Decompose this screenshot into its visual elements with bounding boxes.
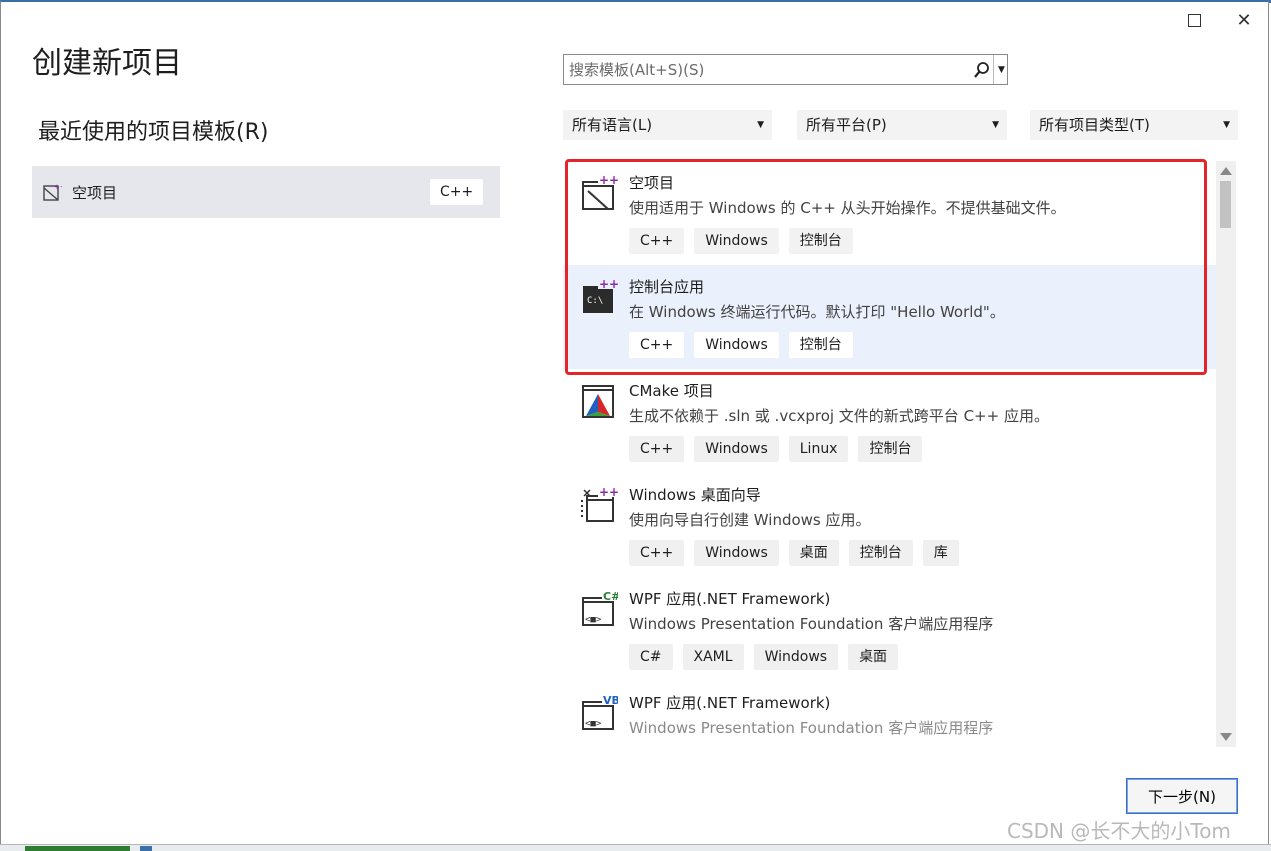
template-tags: C++ Windows 控制台 [629, 228, 853, 254]
template-tag: 库 [922, 540, 959, 566]
language-filter-label: 所有语言(L) [572, 116, 653, 134]
template-tags: C++ Windows 控制台 [629, 332, 853, 358]
caret-down-icon: ▼ [1223, 120, 1230, 130]
template-tag: C++ [629, 332, 685, 358]
template-tag: Windows [694, 228, 779, 254]
template-item-windows-desktop-wizard[interactable]: ++ Windows 桌面向导 使用向导自行创建 Windows 应用。 C++… [563, 473, 1218, 577]
platform-filter[interactable]: 所有平台(P) ▼ [797, 110, 1007, 140]
template-name: CMake 项目 [629, 382, 714, 400]
template-name: 空项目 [629, 174, 675, 192]
template-tag: 控制台 [858, 436, 923, 462]
close-button[interactable]: ✕ [1230, 8, 1258, 32]
template-tag: 控制台 [848, 540, 913, 566]
scrollbar-thumb[interactable] [1220, 181, 1231, 228]
caret-down-icon: ▼ [998, 64, 1005, 75]
template-item-empty-project[interactable]: ++ 空项目 使用适用于 Windows 的 C++ 从头开始操作。不提供基础文… [563, 161, 1218, 265]
template-description: 生成不依赖于 .sln 或 .vcxproj 文件的新式跨平台 C++ 应用。 [629, 407, 1049, 425]
template-tags: C# XAML Windows 桌面 [629, 644, 899, 670]
caret-down-icon: ▼ [992, 120, 999, 130]
template-tags: C++ Windows 桌面 控制台 库 [629, 540, 959, 566]
platform-filter-label: 所有平台(P) [806, 116, 887, 134]
template-description: 使用向导自行创建 Windows 应用。 [629, 511, 871, 529]
svg-text:<■>: <■> [585, 719, 602, 729]
template-item-cmake-project[interactable]: CMake 项目 生成不依赖于 .sln 或 .vcxproj 文件的新式跨平台… [563, 369, 1218, 473]
template-name: Windows 桌面向导 [629, 486, 761, 504]
template-list-scrollbar[interactable] [1216, 161, 1236, 747]
scroll-up-arrow-icon[interactable] [1220, 167, 1232, 175]
template-tag: Windows [694, 540, 779, 566]
recent-templates-heading: 最近使用的项目模板(R) [38, 120, 269, 145]
recent-template-empty-project[interactable]: ++ 空项目 C++ [32, 166, 500, 218]
template-tag: 控制台 [788, 228, 853, 254]
close-icon: ✕ [1236, 9, 1252, 31]
language-filter[interactable]: 所有语言(L) ▼ [563, 110, 772, 140]
cmake-icon [582, 385, 614, 418]
template-list: ++ 空项目 使用适用于 Windows 的 C++ 从头开始操作。不提供基础文… [563, 161, 1218, 747]
scroll-down-arrow-icon[interactable] [1220, 733, 1232, 741]
next-button[interactable]: 下一步(N) [1126, 778, 1238, 814]
template-name: WPF 应用(.NET Framework) [629, 590, 831, 608]
taskbar-segment [25, 846, 130, 851]
template-description: Windows Presentation Foundation 客户端应用程序 [629, 615, 994, 633]
template-item-wpf-app-csharp[interactable]: <■> C# WPF 应用(.NET Framework) Windows Pr… [563, 577, 1218, 681]
search-dropdown-button[interactable]: ▼ [993, 55, 1009, 84]
caret-down-icon: ▼ [757, 120, 764, 130]
template-tag: 控制台 [788, 332, 853, 358]
template-search-input[interactable] [564, 55, 979, 84]
svg-text:++: ++ [599, 278, 618, 291]
template-name: 控制台应用 [629, 278, 705, 296]
template-tag: C# [629, 644, 673, 670]
taskbar-segment [140, 846, 152, 851]
search-icon[interactable] [972, 60, 992, 80]
wpf-vb-icon: <■> VB [582, 694, 618, 730]
template-tag: Linux [788, 436, 849, 462]
template-description: 在 Windows 终端运行代码。默认打印 "Hello World"。 [629, 303, 1005, 321]
template-description: Windows Presentation Foundation 客户端应用程序 [629, 719, 994, 737]
svg-text:VB: VB [603, 694, 618, 707]
wpf-csharp-icon: <■> C# [582, 590, 618, 626]
csdn-watermark: CSDN @长不大的小Tom [1007, 819, 1231, 843]
desktop-wizard-icon: ++ [581, 486, 618, 522]
template-tag: XAML [682, 644, 744, 670]
template-item-wpf-app-vb[interactable]: <■> VB WPF 应用(.NET Framework) Windows Pr… [563, 681, 1218, 747]
template-tag: C++ [629, 228, 685, 254]
template-tag: Windows [694, 436, 779, 462]
console-app-icon: C:\ ++ [583, 278, 618, 313]
maximize-icon [1187, 13, 1201, 27]
template-tags: C++ Windows Linux 控制台 [629, 436, 923, 462]
empty-project-icon: ++ [582, 174, 618, 210]
recent-template-label: 空项目 [72, 184, 118, 202]
template-tag: Windows [753, 644, 839, 670]
maximize-button[interactable] [1180, 8, 1208, 32]
project-type-filter[interactable]: 所有项目类型(T) ▼ [1030, 110, 1238, 140]
svg-text:C#: C# [603, 590, 618, 603]
template-name: WPF 应用(.NET Framework) [629, 694, 831, 712]
project-type-filter-label: 所有项目类型(T) [1039, 116, 1150, 134]
template-search-box[interactable]: ▼ [563, 54, 1008, 85]
template-description: 使用适用于 Windows 的 C++ 从头开始操作。不提供基础文件。 [629, 199, 1066, 217]
recent-template-tag: C++ [430, 179, 484, 205]
template-tag: 桌面 [848, 644, 899, 670]
template-tag: Windows [694, 332, 779, 358]
template-item-console-app[interactable]: C:\ ++ 控制台应用 在 Windows 终端运行代码。默认打印 "Hell… [563, 265, 1218, 369]
svg-text:++: ++ [599, 486, 618, 499]
template-tag: C++ [629, 540, 685, 566]
svg-text:C:\: C:\ [587, 296, 603, 306]
template-tag: 桌面 [788, 540, 839, 566]
svg-text:++: ++ [54, 183, 62, 191]
empty-project-icon: ++ [43, 183, 62, 201]
svg-text:<■>: <■> [585, 615, 602, 625]
template-tag: C++ [629, 436, 685, 462]
svg-text:++: ++ [599, 174, 618, 187]
page-title: 创建新项目 [32, 46, 182, 81]
